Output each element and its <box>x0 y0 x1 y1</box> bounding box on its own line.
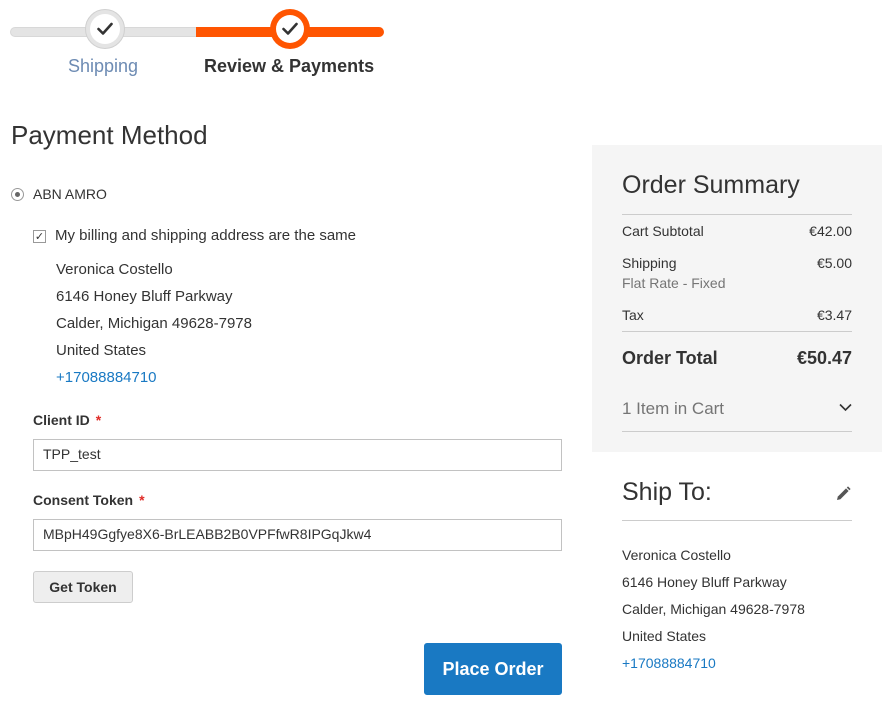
divider <box>622 520 852 521</box>
payment-method-title: Payment Method <box>11 120 208 150</box>
client-id-label-text: Client ID <box>33 412 90 428</box>
items-in-cart-label: 1 Item in Cart <box>622 399 725 418</box>
get-token-button[interactable]: Get Token <box>33 571 133 603</box>
chevron-down-icon <box>839 403 852 412</box>
ship-to-phone-link[interactable]: +17088884710 <box>622 655 716 671</box>
order-total-value: €50.47 <box>796 348 852 368</box>
client-id-input[interactable]: TPP_test <box>33 439 562 471</box>
checkmark-icon <box>97 22 113 35</box>
payment-method-label[interactable]: ABN AMRO <box>33 186 107 202</box>
checkmark-icon <box>282 22 298 35</box>
pencil-edit-icon[interactable] <box>834 485 852 503</box>
divider <box>622 214 852 215</box>
divider <box>622 331 852 332</box>
cart-subtotal-value: €42.00 <box>809 223 852 239</box>
tax-value: €3.47 <box>816 307 852 323</box>
client-id-label: Client ID * <box>33 412 101 428</box>
cart-subtotal-label: Cart Subtotal <box>622 223 704 239</box>
order-summary: Order Summary Cart Subtotal €42.00 Shipp… <box>592 145 882 452</box>
same-address-checkbox[interactable]: ✓ <box>33 230 46 243</box>
checkout-page: Shipping Review & Payments Payment Metho… <box>0 0 896 705</box>
items-in-cart-toggle[interactable]: 1 Item in Cart <box>622 399 852 419</box>
divider <box>622 431 852 432</box>
shipping-value: €5.00 <box>816 255 852 271</box>
ship-to-title: Ship To: <box>622 478 712 506</box>
same-address-label[interactable]: My billing and shipping address are the … <box>55 227 356 244</box>
order-total-label: Order Total <box>622 348 718 368</box>
billing-name: Veronica Costello <box>56 261 173 278</box>
step-shipping-link[interactable]: Shipping <box>68 56 138 77</box>
billing-city-line: Calder, Michigan 49628-7978 <box>56 315 252 332</box>
billing-street: 6146 Honey Bluff Parkway <box>56 288 233 305</box>
checkout-progress-bar: Shipping Review & Payments <box>0 0 400 90</box>
shipping-method: Flat Rate - Fixed <box>622 275 726 291</box>
ship-to-city-line: Calder, Michigan 49628-7978 <box>622 601 805 617</box>
place-order-button[interactable]: Place Order <box>424 643 562 695</box>
payment-method-radio[interactable] <box>11 188 24 201</box>
tax-label: Tax <box>622 307 644 323</box>
billing-phone-link[interactable]: +17088884710 <box>56 369 157 386</box>
ship-to-street: 6146 Honey Bluff Parkway <box>622 574 787 590</box>
step-review-marker <box>270 9 310 49</box>
consent-token-input[interactable]: MBpH49Ggfye8X6-BrLEABB2B0VPFfwR8IPGqJkw4 <box>33 519 562 551</box>
billing-country: United States <box>56 342 147 359</box>
required-marker: * <box>139 492 145 508</box>
shipping-label: Shipping <box>622 255 677 271</box>
consent-token-label-text: Consent Token <box>33 492 134 508</box>
step-shipping-marker[interactable] <box>85 9 125 49</box>
ship-to-country: United States <box>622 628 707 644</box>
step-review-label: Review & Payments <box>204 56 375 76</box>
required-marker: * <box>95 412 102 428</box>
order-summary-title: Order Summary <box>622 171 800 199</box>
ship-to-name: Veronica Costello <box>622 547 731 563</box>
consent-token-label: Consent Token * <box>33 492 145 508</box>
